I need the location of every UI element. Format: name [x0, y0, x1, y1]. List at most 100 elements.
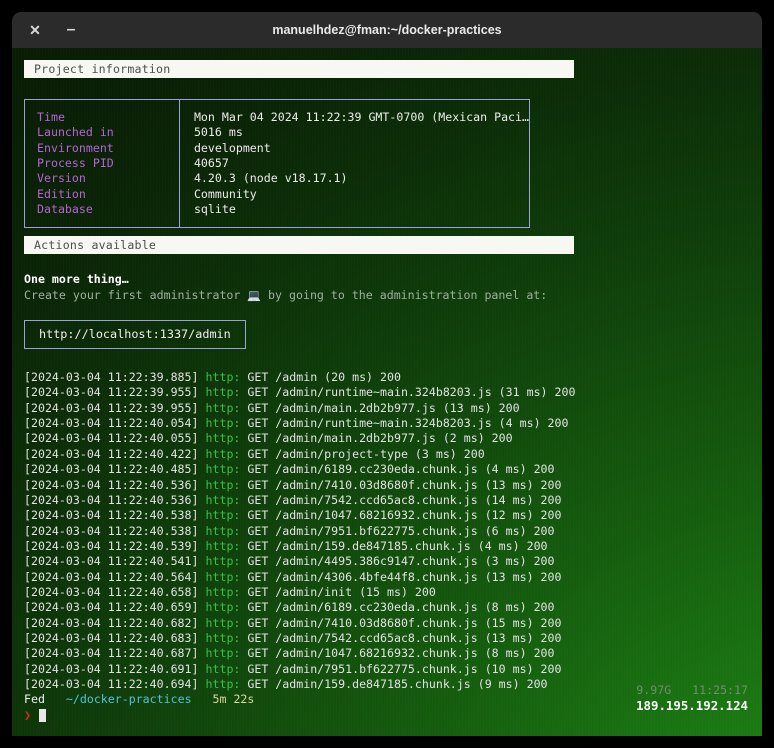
one-more-thing-text: One more thing… — [24, 272, 129, 287]
info-value: 40657 — [193, 156, 229, 171]
log-message: GET /admin/6189.cc230eda.chunk.js (4 ms)… — [240, 462, 555, 477]
log-timestamp: [2024-03-04 11:22:39.955] — [24, 400, 199, 415]
log-timestamp: [2024-03-04 11:22:40.694] — [24, 676, 199, 691]
info-value: Community — [193, 186, 257, 201]
table-row: Time Mon Mar 04 2024 11:22:39 GMT-0700 (M… — [25, 110, 529, 126]
log-message: GET /admin/main.2db2b977.js (2 ms) 200 — [240, 431, 513, 446]
log-line: [2024-03-04 11:22:40.691] http: GET /adm… — [24, 662, 762, 677]
log-line: [2024-03-04 11:22:40.687] http: GET /adm… — [24, 646, 762, 661]
status-right-panel: 9.97G 11:25:17 189.195.192.124 — [636, 683, 748, 714]
log-message: GET /admin/init (15 ms) 200 — [240, 584, 436, 599]
close-icon[interactable]: ✕ — [20, 12, 50, 48]
log-line: [2024-03-04 11:22:40.536] http: GET /adm… — [24, 493, 762, 508]
info-key: Environment — [25, 140, 180, 157]
info-value: 4.20.3 (node v18.17.1) — [193, 171, 348, 186]
log-timestamp: [2024-03-04 11:22:40.539] — [24, 538, 199, 553]
log-message: GET /admin/7951.bf622775.chunk.js (10 ms… — [240, 661, 562, 676]
log-level: http: — [205, 477, 241, 492]
table-row: Edition Community — [25, 186, 529, 203]
log-timestamp: [2024-03-04 11:22:40.683] — [24, 630, 199, 645]
log-level: http: — [205, 646, 241, 661]
window-title: manuelhdez@fman:~/docker-practices — [272, 23, 502, 37]
log-timestamp: [2024-03-04 11:22:40.485] — [24, 462, 199, 477]
log-timestamp: [2024-03-04 11:22:40.536] — [24, 477, 199, 492]
log-level: http: — [205, 370, 241, 385]
log-line: [2024-03-04 11:22:39.955] http: GET /adm… — [24, 401, 762, 416]
log-timestamp: [2024-03-04 11:22:40.659] — [24, 600, 199, 615]
log-timestamp: [2024-03-04 11:22:40.538] — [24, 523, 199, 538]
log-line: [2024-03-04 11:22:40.541] http: GET /adm… — [24, 554, 762, 569]
terminal-window: ✕ – manuelhdez@fman:~/docker-practices P… — [12, 12, 762, 736]
log-message: GET /admin/runtime~main.324b8203.js (4 m… — [240, 416, 569, 431]
log-timestamp: [2024-03-04 11:22:40.541] — [24, 554, 199, 569]
log-level: http: — [205, 462, 241, 477]
log-message: GET /admin/project-type (3 ms) 200 — [240, 446, 485, 461]
log-line: [2024-03-04 11:22:40.658] http: GET /adm… — [24, 585, 762, 600]
info-key: Launched in — [25, 125, 180, 141]
log-message: GET /admin/1047.68216932.chunk.js (8 ms)… — [240, 646, 555, 661]
info-key: Process PID — [25, 156, 180, 172]
log-message: GET /admin/7542.ccd65ac8.chunk.js (14 ms… — [240, 492, 562, 507]
table-row: Process PID 40657 — [25, 156, 529, 172]
log-timestamp: [2024-03-04 11:22:40.691] — [24, 661, 199, 676]
log-message: GET /admin/6189.cc230eda.chunk.js (8 ms)… — [240, 600, 555, 615]
log-level: http: — [205, 630, 241, 645]
log-timestamp: [2024-03-04 11:22:40.682] — [24, 615, 199, 630]
admin-url-link[interactable]: http://localhost:1337/admin — [24, 320, 246, 350]
log-level: http: — [205, 676, 241, 691]
log-level: http: — [205, 569, 241, 584]
log-level: http: — [205, 538, 241, 553]
log-line: [2024-03-04 11:22:39.955] http: GET /adm… — [24, 385, 762, 400]
info-value: Mon Mar 04 2024 11:22:39 GMT-0700 (Mexic… — [193, 110, 529, 124]
create-admin-instruction: Create your first administrator 💻 by goi… — [24, 288, 762, 303]
table-row: Database sqlite — [25, 202, 529, 218]
log-level: http: — [205, 615, 241, 630]
create-admin-suffix: by going to the administration panel at: — [261, 287, 548, 302]
log-level: http: — [205, 431, 241, 446]
prompt-user: Fed — [24, 692, 45, 707]
log-level: http: — [205, 492, 241, 507]
status-system-info: 9.97G 11:25:17 — [636, 683, 748, 699]
log-message: GET /admin/7542.ccd65ac8.chunk.js (13 ms… — [240, 630, 562, 645]
log-timestamp: [2024-03-04 11:22:40.055] — [24, 431, 199, 446]
create-admin-prefix: Create your first administrator — [24, 287, 248, 302]
info-value: development — [193, 140, 271, 155]
log-timestamp: [2024-03-04 11:22:40.538] — [24, 508, 199, 523]
log-message: GET /admin/159.de847185.chunk.js (4 ms) … — [240, 538, 548, 553]
log-level: http: — [205, 554, 241, 569]
log-message: GET /admin/4495.386c9147.chunk.js (3 ms)… — [240, 554, 555, 569]
table-spacer — [25, 100, 529, 110]
log-level: http: — [205, 584, 241, 599]
log-line: [2024-03-04 11:22:40.422] http: GET /adm… — [24, 447, 762, 462]
log-line: [2024-03-04 11:22:40.564] http: GET /adm… — [24, 570, 762, 585]
log-level: http: — [205, 661, 241, 676]
log-message: GET /admin/1047.68216932.chunk.js (12 ms… — [240, 508, 562, 523]
info-key: Version — [25, 171, 180, 187]
table-spacer — [25, 217, 529, 228]
status-memory: 9.97G — [636, 682, 672, 697]
table-row: Version 4.20.3 (node v18.17.1) — [25, 171, 529, 187]
info-key: Database — [25, 202, 180, 218]
log-timestamp: [2024-03-04 11:22:40.536] — [24, 492, 199, 507]
log-timestamp: [2024-03-04 11:22:40.687] — [24, 646, 199, 661]
minimize-icon[interactable]: – — [56, 12, 86, 48]
log-timestamp: [2024-03-04 11:22:40.564] — [24, 569, 199, 584]
info-value: sqlite — [193, 202, 236, 217]
info-key: Edition — [25, 186, 180, 203]
info-value: 5016 ms — [193, 125, 243, 140]
project-information-box: Time Mon Mar 04 2024 11:22:39 GMT-0700 (M… — [24, 99, 530, 229]
text-cursor — [38, 709, 46, 723]
table-row: Launched in 5016 ms — [25, 125, 529, 141]
project-information-table: Time Mon Mar 04 2024 11:22:39 GMT-0700 (M… — [25, 100, 529, 228]
status-clock: 11:25:17 — [692, 682, 748, 697]
prompt-path: ~/docker-practices — [65, 692, 192, 707]
prompt-duration: 5m 22s — [212, 692, 255, 707]
log-level: http: — [205, 400, 241, 415]
log-level: http: — [205, 385, 241, 400]
title-bar: ✕ – manuelhdez@fman:~/docker-practices — [12, 12, 762, 48]
log-timestamp: [2024-03-04 11:22:40.054] — [24, 416, 199, 431]
log-message: GET /admin/main.2db2b977.js (13 ms) 200 — [240, 400, 520, 415]
terminal-output-area[interactable]: Project information Time Mon Mar 04 2024 … — [12, 48, 762, 736]
log-line: [2024-03-04 11:22:40.539] http: GET /adm… — [24, 539, 762, 554]
log-list: [2024-03-04 11:22:39.885] http: GET /adm… — [24, 370, 762, 692]
